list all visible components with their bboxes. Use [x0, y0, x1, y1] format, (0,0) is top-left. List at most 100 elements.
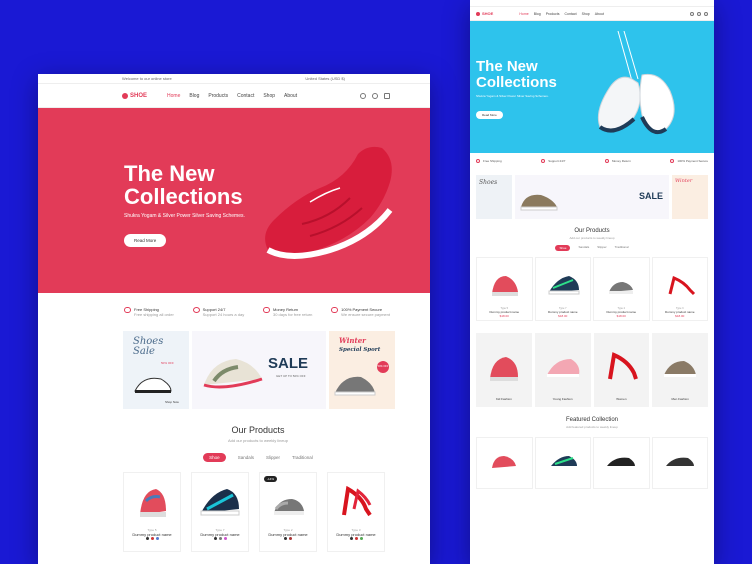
- search-icon[interactable]: [360, 92, 366, 99]
- menu-home[interactable]: Home: [167, 93, 180, 99]
- back-menu-about[interactable]: About: [595, 12, 604, 16]
- back-tab-traditional[interactable]: Traditional: [615, 245, 629, 251]
- category-tile-kid[interactable]: Kid Fashion: [476, 333, 532, 407]
- back-menu-shop[interactable]: Shop: [582, 12, 590, 16]
- back-banner-winter[interactable]: Winter: [672, 175, 708, 219]
- color-swatch[interactable]: [223, 537, 227, 540]
- product-image: [607, 457, 636, 466]
- menu-blog[interactable]: Blog: [189, 93, 199, 99]
- product-image: [342, 485, 372, 517]
- back-topbar: [470, 0, 714, 7]
- product-card[interactable]: Type 5 Dummy product name: [123, 472, 181, 552]
- sale-shoes-image: [203, 359, 263, 389]
- color-swatch[interactable]: [349, 537, 353, 540]
- back-products-header: Our Products Add our products to weekly …: [569, 228, 615, 240]
- promo-banners: Shoes Sale 50% OFF Shop Now SALE GET UP T…: [38, 331, 430, 409]
- back-product-grid: Type 5 Dummy product name $18.00 Type 7 …: [470, 251, 714, 321]
- user-icon[interactable]: [697, 11, 701, 16]
- back-banner-sale[interactable]: SALE: [515, 175, 669, 219]
- product-image: [140, 489, 166, 517]
- back-logo[interactable]: SHOE: [476, 11, 493, 16]
- color-swatch[interactable]: [354, 537, 358, 540]
- featured-card[interactable]: [476, 437, 533, 489]
- tab-sandals[interactable]: Sandals: [238, 453, 254, 462]
- sale-shoe-image: [520, 194, 558, 211]
- color-swatch[interactable]: [284, 537, 287, 540]
- back-featured-grid: [470, 429, 714, 489]
- products-subtitle: Add our products to weekly lineup: [227, 438, 289, 443]
- product-card[interactable]: Type 3 Dummy product name: [327, 472, 385, 552]
- featured-card[interactable]: [651, 437, 708, 489]
- back-menu-contact[interactable]: Contact: [565, 12, 577, 16]
- feature-payment-secure: 100% Payment Secure We ensure secure paym…: [331, 307, 390, 331]
- currency-selector[interactable]: United States (USD $): [305, 76, 345, 81]
- product-image: [609, 282, 634, 294]
- back-feature-return: Money Return: [604, 159, 631, 169]
- back-menu-products[interactable]: Products: [546, 12, 560, 16]
- back-read-more-button[interactable]: Read More: [476, 110, 503, 119]
- color-swatch[interactable]: [359, 537, 363, 540]
- tab-slipper[interactable]: Slipper: [266, 453, 280, 462]
- back-categories: Kid Fashion Young Fashion Women Men Fash…: [470, 321, 714, 407]
- product-grid: Type 5 Dummy product name Type 7 Dummy p…: [38, 462, 430, 552]
- front-mockup: Welcome to our online store United State…: [38, 74, 430, 564]
- color-swatch[interactable]: [150, 537, 154, 540]
- sale-title: SALE: [268, 355, 309, 372]
- cart-icon[interactable]: [704, 11, 708, 16]
- back-nav-icons: [690, 11, 708, 16]
- shoes-sale-banner[interactable]: Shoes Sale 50% OFF Shop Now: [123, 331, 189, 409]
- front-navbar: SHOE Home Blog Products Contact Shop Abo…: [38, 84, 430, 108]
- product-card[interactable]: Type 7 Dummy product name: [191, 472, 249, 552]
- category-image: [490, 357, 518, 381]
- color-swatch[interactable]: [213, 537, 217, 540]
- menu-shop[interactable]: Shop: [263, 93, 275, 99]
- category-image: [546, 359, 580, 377]
- menu-about[interactable]: About: [284, 93, 297, 99]
- product-image: [668, 275, 695, 296]
- back-feature-support: Support 24/7: [541, 159, 565, 169]
- nav-icons: [360, 92, 390, 99]
- category-tile-men[interactable]: Men Fashion: [652, 333, 708, 407]
- search-icon[interactable]: [690, 11, 694, 16]
- shop-now-link[interactable]: Shop Now: [165, 400, 179, 404]
- hanging-sneakers-image: [597, 31, 675, 134]
- featured-card[interactable]: [534, 437, 591, 489]
- category-tile-young[interactable]: Young Fashion: [534, 333, 591, 407]
- product-card[interactable]: -14% Type 2 Dummy product name: [259, 472, 317, 552]
- back-product-card[interactable]: Type 7 Dummy product name $18.00: [534, 257, 591, 321]
- color-swatch[interactable]: [155, 537, 159, 540]
- user-icon[interactable]: [372, 92, 378, 99]
- back-banner-shoes-sale[interactable]: Shoes: [476, 175, 512, 219]
- back-product-card[interactable]: Type 2 Dummy product name $18.00: [593, 257, 650, 321]
- menu-products[interactable]: Products: [208, 93, 228, 99]
- winter-sport-banner[interactable]: Winter Special Sport 50% OFF: [329, 331, 395, 409]
- back-tab-shoe[interactable]: Shoe: [555, 245, 571, 251]
- product-image: [274, 499, 304, 515]
- color-swatch[interactable]: [218, 537, 222, 540]
- read-more-button[interactable]: Read More: [124, 234, 167, 248]
- feature-support: Support 24/7 Support 24 hours a day: [192, 307, 244, 331]
- back-menu-blog[interactable]: Blog: [534, 12, 541, 16]
- tab-traditional[interactable]: Traditional: [292, 453, 313, 462]
- back-tab-sandals[interactable]: Sandals: [578, 245, 589, 251]
- color-swatch[interactable]: [145, 537, 149, 540]
- color-swatch[interactable]: [289, 537, 292, 540]
- back-product-card[interactable]: Type 5 Dummy product name $18.00: [476, 257, 533, 321]
- category-tile-women[interactable]: Women: [593, 333, 650, 407]
- winter-shoe-image: [334, 376, 376, 396]
- menu-contact[interactable]: Contact: [237, 93, 254, 99]
- back-mockup: SHOE Home Blog Products Contact Shop Abo…: [470, 0, 714, 564]
- sale-banner[interactable]: SALE GET UP TO 50% OFF: [192, 331, 326, 409]
- back-product-card[interactable]: Type 3 Dummy product name $18.00: [651, 257, 708, 321]
- main-menu: Home Blog Products Contact Shop About: [167, 93, 297, 99]
- back-tab-slipper[interactable]: Slipper: [597, 245, 606, 251]
- product-image: [200, 489, 240, 516]
- category-image: [664, 361, 697, 377]
- back-menu-home[interactable]: Home: [519, 12, 528, 16]
- logo[interactable]: SHOE: [122, 92, 147, 99]
- cart-icon[interactable]: [384, 92, 390, 99]
- product-tabs: Shoe Sandals Slipper Traditional: [123, 453, 393, 462]
- tab-shoe[interactable]: Shoe: [203, 453, 226, 462]
- featured-card[interactable]: [593, 437, 650, 489]
- front-topbar: Welcome to our online store United State…: [38, 74, 430, 84]
